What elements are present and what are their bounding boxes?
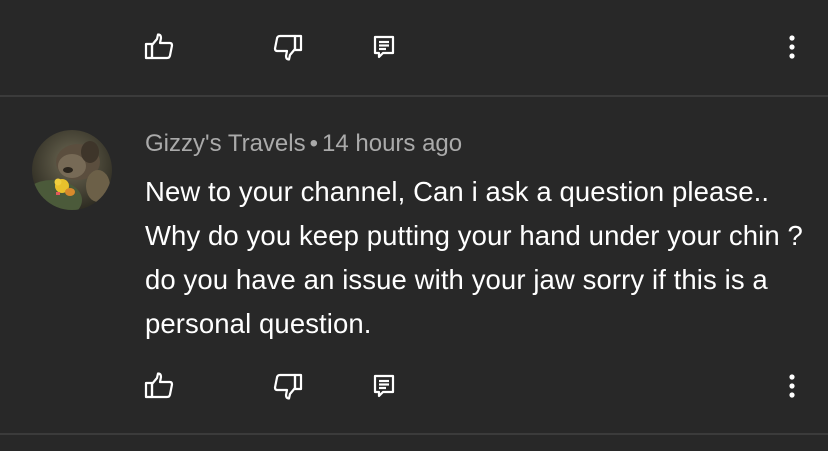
comment-text: New to your channel, Can i ask a questio… <box>145 176 803 339</box>
more-vertical-icon <box>789 35 795 59</box>
avatar[interactable] <box>32 130 112 210</box>
like-button[interactable] <box>144 371 174 401</box>
comment-header: Gizzy's Travels • 14 hours ago <box>145 130 462 158</box>
thumbs-down-icon <box>273 34 303 61</box>
meta-separator: • <box>309 130 319 157</box>
avatar-photo <box>32 130 112 210</box>
reply-button[interactable] <box>369 371 399 401</box>
dislike-button[interactable] <box>273 371 303 401</box>
comment-actions <box>0 365 828 405</box>
like-button[interactable] <box>144 32 174 62</box>
more-vertical-icon <box>789 374 795 398</box>
thumbs-down-icon <box>273 373 303 400</box>
reply-button[interactable] <box>369 32 399 62</box>
more-options-button[interactable] <box>777 32 807 62</box>
previous-comment-actions <box>0 26 828 66</box>
comment-author[interactable]: Gizzy's Travels <box>145 130 306 157</box>
comment-divider <box>0 95 828 97</box>
comment-timestamp: 14 hours ago <box>322 130 463 157</box>
dislike-button[interactable] <box>273 32 303 62</box>
thumbs-up-icon <box>144 33 174 60</box>
more-options-button[interactable] <box>777 371 807 401</box>
comment-divider <box>0 433 828 435</box>
reply-comment-icon <box>373 374 395 398</box>
reply-comment-icon <box>373 35 395 59</box>
thumbs-up-icon <box>144 372 174 399</box>
comments-panel: Gizzy's Travels • 14 hours ago New to your… <box>0 0 828 451</box>
